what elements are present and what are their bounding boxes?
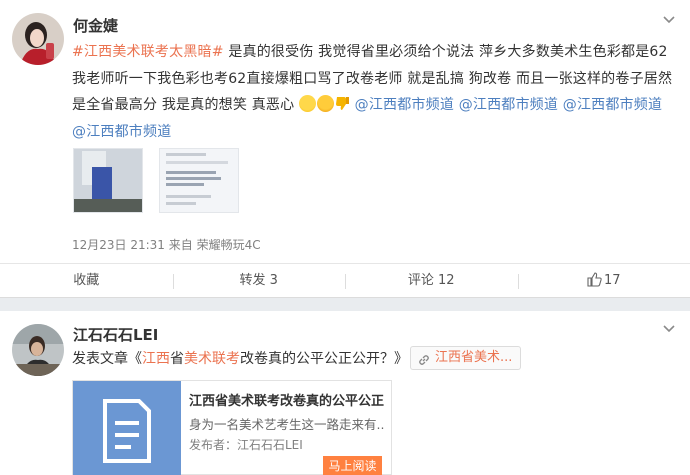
timestamp[interactable]: 12月23日 21:31 (72, 238, 165, 252)
document-icon (73, 381, 181, 475)
author-name[interactable]: 何金婕 (73, 15, 118, 36)
read-now-button[interactable]: 马上阅读 (323, 456, 382, 475)
source: 来自 荣耀畅玩4C (168, 238, 261, 252)
like-count: 17 (603, 273, 621, 288)
chip-label: 江西省美术... (435, 350, 513, 365)
avatar[interactable] (12, 324, 64, 376)
comment-label: 评论 12 (407, 273, 455, 288)
collect-button[interactable]: 收藏 (0, 264, 173, 298)
article-title-part: 改卷真的公平公正公开？》 (240, 351, 408, 367)
link-icon (418, 352, 430, 374)
repost-button[interactable]: 转发 3 (172, 264, 346, 298)
mention-link[interactable]: @江西都市频道 (563, 97, 662, 113)
article-prefix: 发表文章《 (72, 351, 142, 367)
article-title: 江西省美术联考改卷真的公平公正... (189, 394, 385, 409)
article-link-chip[interactable]: 江西省美术... (410, 346, 522, 370)
author-name[interactable]: 江石石石LEI (73, 324, 158, 345)
repost-label: 转发 3 (239, 273, 278, 288)
keyword-link[interactable]: 江西 (142, 351, 170, 367)
mention-link[interactable]: @江西都市频道 (355, 97, 454, 113)
crying-emoji-icon (298, 95, 316, 112)
thumbs-up-icon (587, 267, 602, 301)
mention-link[interactable]: @江西都市频道 (459, 97, 558, 113)
avatar[interactable] (12, 13, 64, 65)
mention-link[interactable]: @江西都市频道 (72, 124, 171, 140)
article-card[interactable]: 江西省美术联考改卷真的公平公正... 身为一名美术艺考生这一路走来有... 发布… (72, 380, 392, 475)
keyword-link[interactable]: 美术联考 (184, 351, 240, 367)
collect-label: 收藏 (73, 273, 100, 288)
post-card-2: 江石石石LEI 发表文章《江西省美术联考改卷真的公平公正公开？》 江西省美术..… (0, 311, 690, 475)
chevron-down-icon[interactable] (662, 13, 676, 27)
article-description: 身为一名美术艺考生这一路走来有... (189, 417, 385, 432)
post-meta: 12月23日 21:31 来自 荣耀畅玩4C (72, 236, 261, 253)
hashtag-link[interactable]: #江西美术联考太黑暗# (72, 44, 224, 60)
action-bar: 收藏 转发 3 评论 12 17 (0, 263, 690, 298)
article-publisher: 发布者：江石石石LEI (189, 438, 303, 452)
post-image-1[interactable] (73, 148, 143, 213)
post-image-2[interactable] (159, 148, 239, 213)
article-announcement: 发表文章《江西省美术联考改卷真的公平公正公开？》 (72, 348, 408, 368)
angry-emoji-icon (316, 95, 334, 112)
chevron-down-icon[interactable] (662, 322, 676, 336)
thumbs-down-icon (335, 95, 350, 112)
like-button[interactable]: 17 (517, 264, 690, 301)
article-title-part: 省 (170, 351, 184, 367)
post-card-1: 何金婕 #江西美术联考太黑暗# 是真的很受伤 我觉得省里必须给个说法 萍乡大多数… (0, 0, 690, 298)
post-text: #江西美术联考太黑暗# 是真的很受伤 我觉得省里必须给个说法 萍乡大多数美术生色… (72, 39, 678, 145)
comment-button[interactable]: 评论 12 (345, 264, 518, 298)
